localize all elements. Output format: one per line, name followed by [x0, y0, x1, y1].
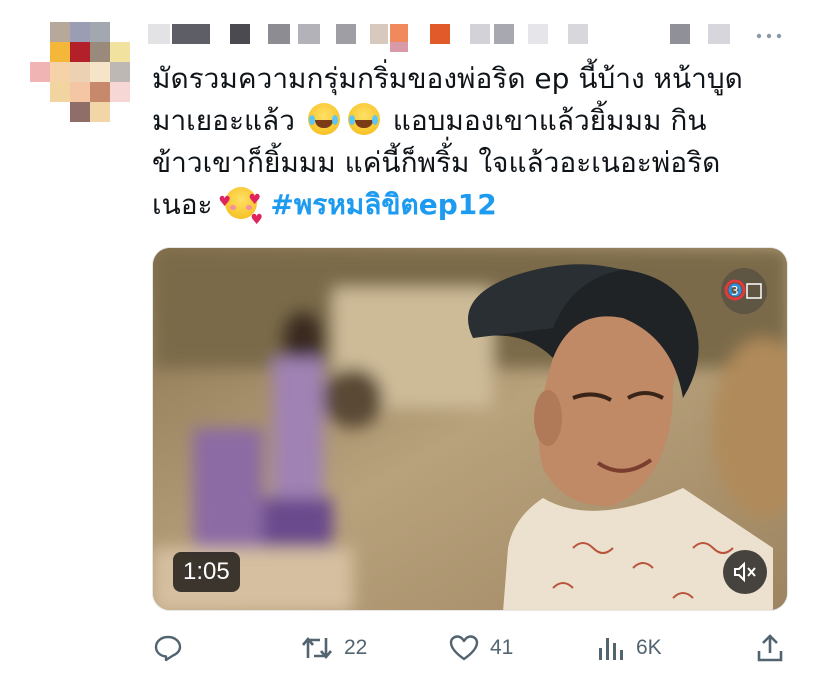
like-button[interactable]: 41: [448, 628, 513, 668]
like-count: 41: [490, 636, 514, 659]
action-bar: 22 41 6K: [152, 628, 792, 668]
views-count: 6K: [636, 636, 662, 659]
tweet-line-4: เนอะ #พรหมลิขิตep12: [152, 181, 792, 226]
video-player[interactable]: 3 1:05: [152, 247, 788, 611]
retweet-button[interactable]: 22: [300, 628, 367, 668]
views-button[interactable]: 6K: [594, 628, 662, 668]
retweet-count: 22: [344, 636, 368, 659]
tweet-line-3: ข้าวเขาก็ยิ้มมม แค่นี้ก็พริ้่ม ใจแล้วอะเ…: [152, 146, 721, 179]
author-name-blurred[interactable]: [148, 22, 768, 52]
heart-icon: [449, 635, 479, 661]
reply-button[interactable]: [152, 628, 184, 668]
svg-text:3: 3: [731, 284, 739, 298]
tweet-line-1: มัดรวมความกรุ่มกริ่มของพ่อริด ep นี้บ้าง…: [152, 62, 743, 95]
views-icon: [599, 638, 623, 660]
smiling-face-with-hearts-icon: [218, 181, 258, 223]
video-frame: [153, 248, 787, 610]
speaker-muted-icon[interactable]: [723, 550, 767, 594]
face-with-tears-of-joy-icon: [347, 103, 380, 135]
tweet-line-2-text-b: แอบมองเขาแล้วยิ้มมม กิน: [392, 104, 707, 137]
avatar[interactable]: [30, 22, 132, 124]
reply-icon: [154, 635, 182, 662]
channel-3-logo: 3: [721, 268, 767, 314]
share-icon: [757, 634, 783, 662]
more-icon[interactable]: [754, 26, 790, 46]
tweet-text: มัดรวมความกรุ่มกริ่มของพ่อริด ep นี้บ้าง…: [152, 58, 792, 226]
video-duration: 1:05: [173, 552, 240, 592]
tweet-line-2: มาเยอะแล้ว แอบมองเขาแล้วยิ้มมม กิน: [152, 100, 792, 142]
tweet-line-2-text: มาเยอะแล้ว: [152, 104, 295, 137]
retweet-icon: [302, 636, 332, 660]
tweet-line-4-text: เนอะ: [152, 188, 213, 221]
hashtag-link[interactable]: #พรหมลิขิตep12: [270, 188, 496, 221]
share-button[interactable]: [754, 628, 786, 668]
face-with-tears-of-joy-icon: [307, 103, 340, 135]
